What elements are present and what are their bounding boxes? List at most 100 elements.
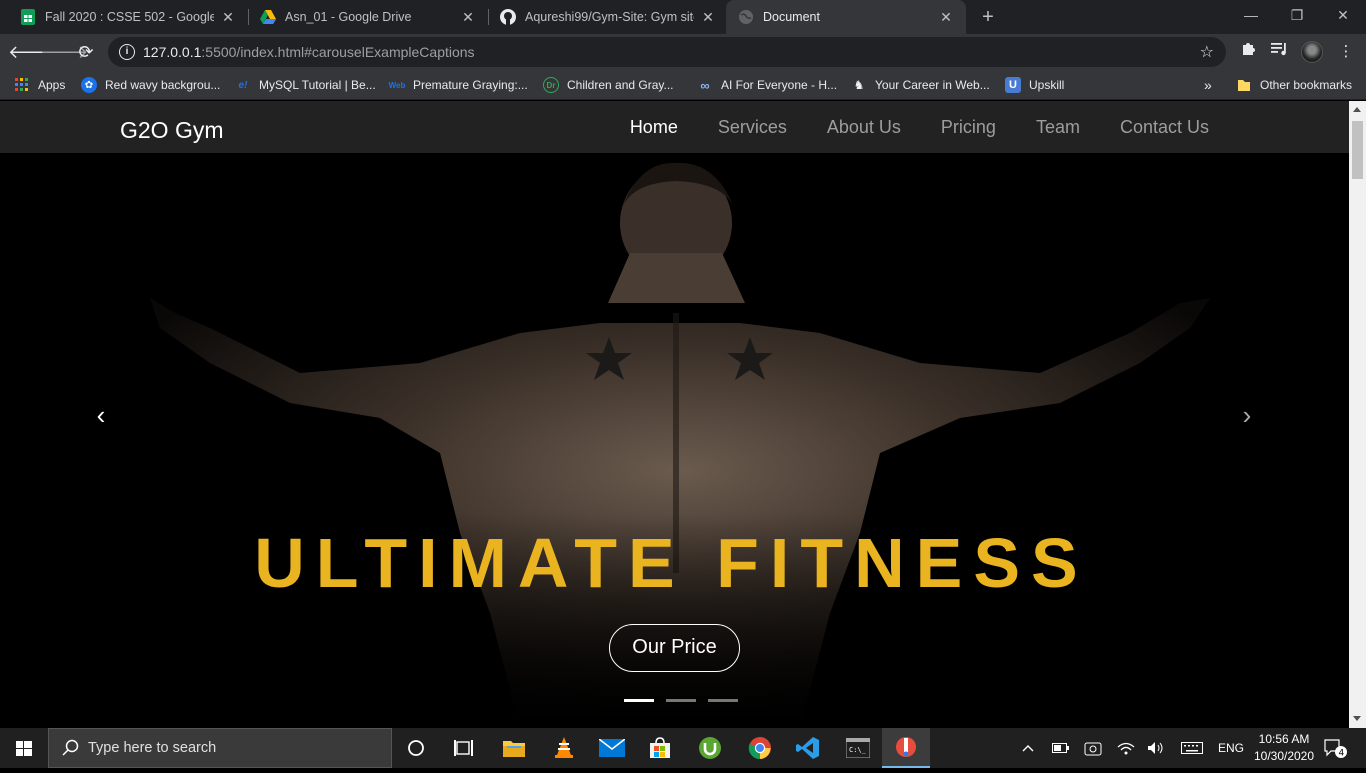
wifi-icon[interactable]	[1114, 728, 1138, 768]
address-bar[interactable]: i 127.0.0.1:5500/index.html#carouselExam…	[108, 37, 1226, 67]
bookmark-red-wavy[interactable]: ✿ Red wavy backgrou...	[81, 75, 220, 95]
bookmark-ai-for-everyone[interactable]: ∞ AI For Everyone - H...	[697, 75, 837, 95]
vlc-icon[interactable]	[540, 728, 588, 768]
google-drive-icon	[260, 9, 276, 25]
forward-arrow-icon[interactable]: 🡒	[40, 38, 88, 66]
nav-link-home[interactable]: Home	[630, 117, 678, 138]
bookmark-premature-graying[interactable]: Web Premature Graying:...	[389, 75, 528, 95]
bookmark-upskill[interactable]: U Upskill	[1005, 75, 1064, 95]
carousel-next-icon[interactable]: ›	[1235, 402, 1259, 428]
close-tab-icon[interactable]: ✕	[460, 9, 476, 26]
restore-window-icon[interactable]: ❐	[1274, 0, 1320, 30]
site-brand[interactable]: G2O Gym	[120, 117, 224, 144]
taskbar-search-box[interactable]: Type here to search	[48, 728, 392, 768]
clock-time: 10:56 AM	[1258, 732, 1310, 746]
media-control-icon[interactable]	[1268, 40, 1292, 64]
action-center-icon[interactable]: 4	[1320, 728, 1350, 768]
browser-tab-strip: Fall 2020 : CSSE 502 - Google Sheets ✕ A…	[0, 0, 1366, 34]
vscode-icon[interactable]	[784, 728, 832, 768]
bookmarks-bar: Apps ✿ Red wavy backgrou... e! MySQL Tut…	[0, 70, 1366, 100]
store-icon[interactable]	[636, 728, 684, 768]
clock-date: 10/30/2020	[1253, 749, 1315, 763]
svg-text:C:\_: C:\_	[849, 746, 867, 754]
browser-tab-github[interactable]: Aqureshi99/Gym-Site: Gym site n ✕	[488, 0, 728, 34]
cortana-icon[interactable]	[392, 728, 440, 768]
tab-title: Asn_01 - Google Drive	[285, 10, 412, 24]
volume-icon[interactable]	[1144, 728, 1168, 768]
bookmarks-overflow-button[interactable]: »	[1204, 75, 1212, 95]
nav-link-pricing[interactable]: Pricing	[941, 117, 996, 138]
bookmark-star-icon[interactable]: ☆	[1200, 42, 1214, 62]
bookmark-label: Premature Graying:...	[413, 78, 528, 92]
scrollbar-thumb[interactable]	[1352, 121, 1363, 179]
bookmark-label: Your Career in Web...	[875, 78, 990, 92]
scroll-up-arrow-icon[interactable]	[1353, 107, 1361, 112]
bookmark-career-web[interactable]: ♞ Your Career in Web...	[851, 75, 990, 95]
close-tab-icon[interactable]: ✕	[938, 9, 954, 26]
chrome-icon[interactable]	[736, 728, 784, 768]
close-window-icon[interactable]: ✕	[1320, 0, 1366, 30]
start-button[interactable]	[0, 728, 48, 768]
input-language-indicator[interactable]: ENG	[1214, 728, 1248, 768]
scroll-down-arrow-icon[interactable]	[1353, 716, 1361, 721]
bookmark-label: Upskill	[1029, 78, 1065, 92]
close-tab-icon[interactable]: ✕	[700, 9, 716, 26]
carousel-indicator-1[interactable]	[624, 699, 654, 702]
globe-icon	[738, 9, 754, 25]
bookmark-label: AI For Everyone - H...	[721, 78, 838, 92]
url-text[interactable]: 127.0.0.1:5500/index.html#carouselExampl…	[143, 44, 475, 60]
bookmark-fav-icon: Dr	[543, 77, 559, 93]
bookmark-children-gray[interactable]: Dr Children and Gray...	[543, 75, 674, 95]
page-scrollbar[interactable]	[1349, 101, 1366, 728]
site-navbar: G2O Gym Home Services About Us Pricing T…	[0, 101, 1349, 153]
close-tab-icon[interactable]: ✕	[220, 9, 236, 26]
new-tab-button[interactable]: +	[976, 5, 1000, 29]
carousel-prev-icon[interactable]: ‹	[89, 402, 113, 428]
bookmark-label: Red wavy backgrou...	[105, 78, 221, 92]
minimize-window-icon[interactable]: —	[1228, 0, 1274, 30]
site-info-icon[interactable]: i	[119, 44, 135, 60]
file-explorer-icon[interactable]	[490, 728, 538, 768]
utorrent-icon[interactable]	[686, 728, 734, 768]
bookmark-apps[interactable]: Apps	[14, 75, 65, 95]
carousel-indicator-2[interactable]	[666, 699, 696, 702]
bookmark-label: Children and Gray...	[567, 78, 674, 92]
search-placeholder: Type here to search	[88, 740, 217, 756]
our-price-button[interactable]: Our Price	[609, 624, 740, 672]
browser-tab-drive[interactable]: Asn_01 - Google Drive ✕	[248, 0, 488, 34]
browser-toolbar: 🡐 🡒 ⟳ i 127.0.0.1:5500/index.html#carous…	[0, 34, 1366, 70]
mail-icon[interactable]	[588, 728, 636, 768]
touch-keyboard-icon[interactable]	[1178, 728, 1206, 768]
search-icon	[62, 739, 79, 756]
taskbar-clock[interactable]: 10:56 AM 10/30/2020	[1249, 731, 1319, 765]
paint-app-icon[interactable]	[882, 728, 930, 768]
browser-menu-icon[interactable]: ⋮	[1334, 40, 1358, 64]
meet-now-icon[interactable]	[1081, 728, 1105, 768]
nav-link-services[interactable]: Services	[718, 117, 787, 138]
bookmark-fav-icon: ♞	[853, 78, 865, 92]
back-arrow-icon[interactable]: 🡐	[8, 38, 56, 66]
google-sheets-icon	[20, 9, 36, 25]
reload-icon[interactable]: ⟳	[72, 38, 100, 66]
profile-avatar[interactable]	[1301, 41, 1323, 63]
bookmark-label: Other bookmarks	[1260, 78, 1353, 92]
task-view-icon[interactable]	[440, 728, 488, 768]
carousel-indicator-3[interactable]	[708, 699, 738, 702]
webmd-icon: Web	[388, 80, 406, 90]
nav-link-team[interactable]: Team	[1036, 117, 1080, 138]
tab-title: Aqureshi99/Gym-Site: Gym site n	[525, 10, 694, 24]
notification-count: 4	[1339, 749, 1345, 759]
coursera-icon: ∞	[700, 77, 710, 93]
browser-tab-sheets[interactable]: Fall 2020 : CSSE 502 - Google Sheets ✕	[8, 0, 248, 34]
bookmark-label: MySQL Tutorial | Be...	[259, 78, 376, 92]
bookmark-mysql[interactable]: e! MySQL Tutorial | Be...	[235, 75, 376, 95]
terminal-icon[interactable]: C:\_	[834, 728, 882, 768]
nav-link-contact-us[interactable]: Contact Us	[1120, 117, 1209, 138]
bookmark-label: Apps	[38, 78, 66, 92]
nav-link-about-us[interactable]: About Us	[827, 117, 901, 138]
extensions-puzzle-icon[interactable]	[1236, 40, 1260, 64]
show-hidden-icons-chevron-icon[interactable]	[1016, 728, 1040, 768]
browser-tab-document[interactable]: Document ✕	[726, 0, 966, 34]
battery-icon[interactable]	[1049, 728, 1073, 768]
other-bookmarks-folder[interactable]: Other bookmarks	[1236, 75, 1352, 95]
